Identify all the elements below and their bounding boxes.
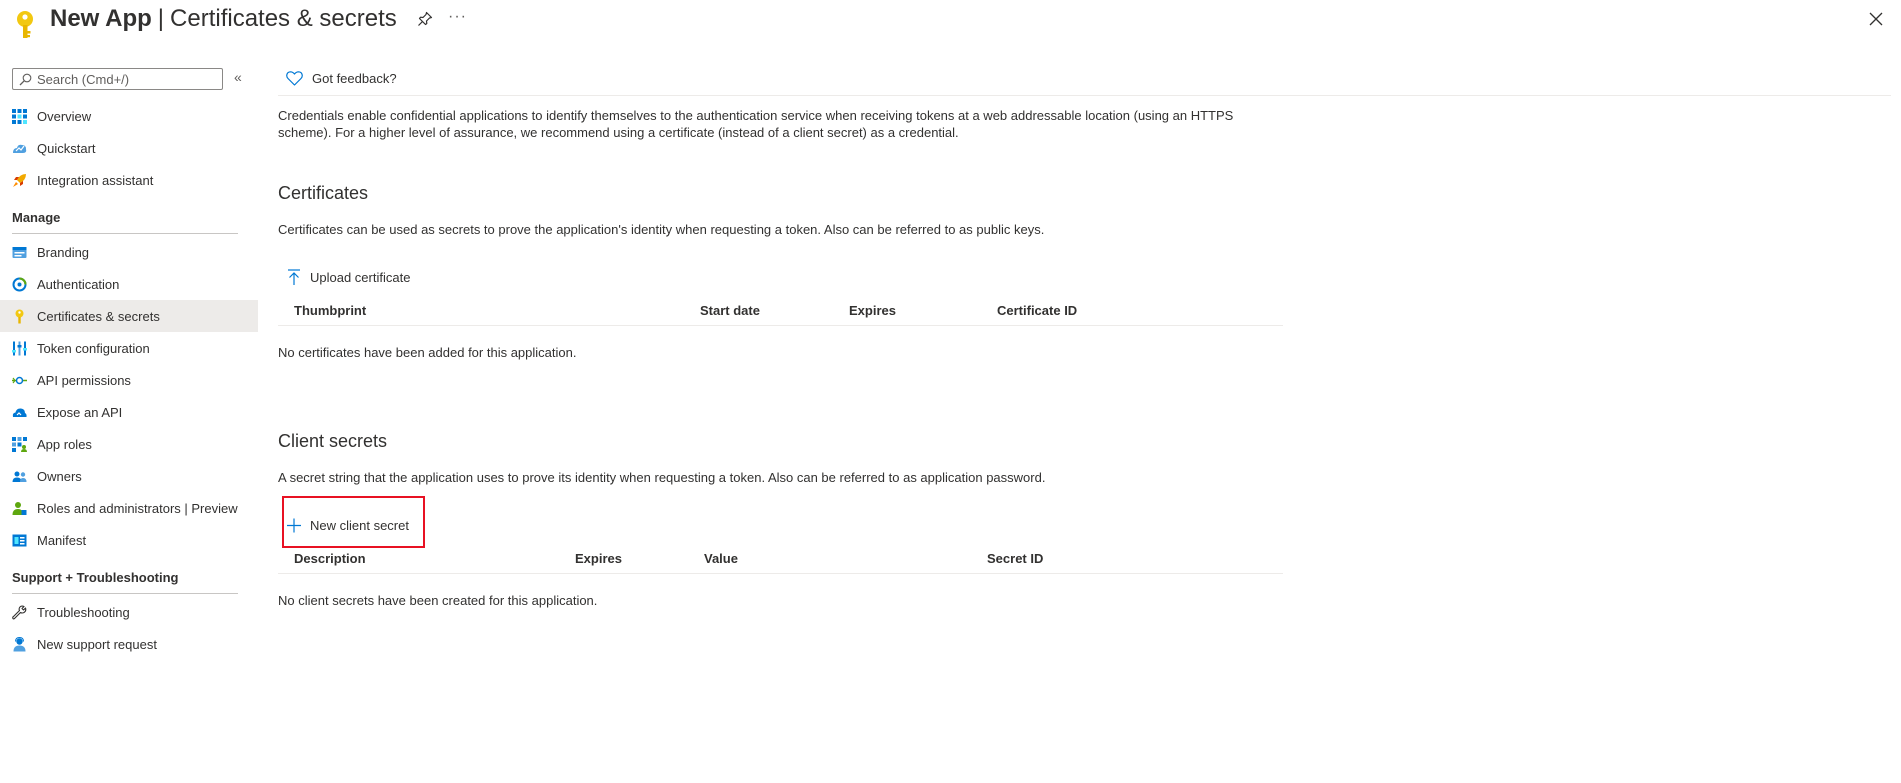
sidebar-item-manifest[interactable]: Manifest xyxy=(0,524,258,556)
new-client-secret-label: New client secret xyxy=(310,517,409,533)
column-header[interactable]: Description xyxy=(294,551,366,566)
api-permissions-icon xyxy=(12,373,27,388)
search-icon xyxy=(19,73,32,85)
branding-icon xyxy=(12,245,27,260)
column-header[interactable]: Value xyxy=(704,551,738,566)
sidebar-item-label: Integration assistant xyxy=(37,172,154,188)
client-secrets-empty-message: No client secrets have been created for … xyxy=(278,593,598,608)
more-options-icon[interactable]: ··· xyxy=(448,8,468,26)
search-input[interactable] xyxy=(37,71,217,87)
upload-certificate-label: Upload certificate xyxy=(310,269,411,285)
column-header[interactable]: Expires xyxy=(849,303,896,318)
sidebar-item-new-support-request[interactable]: New support request xyxy=(0,628,258,660)
intro-text: Credentials enable confidential applicat… xyxy=(278,108,1234,140)
support-person-icon xyxy=(12,636,27,652)
key-icon xyxy=(17,11,33,38)
column-header[interactable]: Thumbprint xyxy=(294,303,366,318)
section-header-manage: Manage xyxy=(12,210,238,234)
key-icon xyxy=(12,309,27,324)
sidebar-item-integration-assistant[interactable]: Integration assistant xyxy=(0,164,258,196)
certificates-table-header: Thumbprint Start date Expires Certificat… xyxy=(278,296,1283,326)
sidebar-item-label: Quickstart xyxy=(37,140,96,156)
main-content: Got feedback? Credentials enable confide… xyxy=(278,60,1891,783)
sidebar-item-roles-administrators[interactable]: Roles and administrators | Preview xyxy=(0,492,258,524)
authentication-icon xyxy=(12,277,27,292)
feedback-button[interactable]: Got feedback? xyxy=(286,68,397,88)
sidebar-item-label: Token configuration xyxy=(37,340,150,356)
sidebar-item-label: Overview xyxy=(37,108,92,124)
sidebar-item-label: Authentication xyxy=(37,276,120,292)
column-header[interactable]: Certificate ID xyxy=(997,303,1077,318)
sidebar-item-label: Troubleshooting xyxy=(37,604,130,620)
close-icon[interactable] xyxy=(1867,10,1885,28)
collapse-menu-icon[interactable]: « xyxy=(234,70,248,84)
sidebar-item-troubleshooting[interactable]: Troubleshooting xyxy=(0,596,258,628)
client-secrets-description: A secret string that the application use… xyxy=(278,470,1046,485)
column-header[interactable]: Secret ID xyxy=(987,551,1043,566)
certificates-heading: Certificates xyxy=(278,183,369,203)
client-secrets-table-header: Description Expires Value Secret ID xyxy=(278,544,1283,574)
sidebar-item-label: Manifest xyxy=(37,532,87,548)
sidebar-item-label: App roles xyxy=(37,436,92,452)
token-config-icon xyxy=(12,341,27,356)
sidebar-item-token-configuration[interactable]: Token configuration xyxy=(0,332,258,364)
sidebar-item-app-roles[interactable]: App roles xyxy=(0,428,258,460)
section-header-support: Support + Troubleshooting xyxy=(12,570,238,594)
sidebar-item-label: Roles and administrators | Preview xyxy=(37,500,238,516)
sidebar-item-api-permissions[interactable]: API permissions xyxy=(0,364,258,396)
sidebar-item-label: Branding xyxy=(37,244,90,260)
owners-icon xyxy=(12,469,27,484)
sidebar-item-expose-an-api[interactable]: Expose an API xyxy=(0,396,258,428)
sidebar-item-certificates-secrets[interactable]: Certificates & secrets xyxy=(0,300,258,332)
column-header[interactable]: Expires xyxy=(575,551,622,566)
sidebar-item-overview[interactable]: Overview xyxy=(0,100,258,132)
command-bar: Got feedback? xyxy=(278,60,1891,96)
pin-icon[interactable] xyxy=(416,10,434,28)
sidebar-item-owners[interactable]: Owners xyxy=(0,460,258,492)
sidebar-item-branding[interactable]: Branding xyxy=(0,236,258,268)
certificates-empty-message: No certificates have been added for this… xyxy=(278,345,577,360)
plus-icon xyxy=(287,518,301,532)
client-secrets-heading: Client secrets xyxy=(278,431,388,451)
blade-header: New App | Certificates & secrets ··· xyxy=(0,0,1901,46)
feedback-label: Got feedback? xyxy=(312,70,397,86)
column-header[interactable]: Start date xyxy=(700,303,760,318)
search-box[interactable] xyxy=(12,68,223,90)
roles-admin-icon xyxy=(12,501,27,516)
sidebar-item-label: API permissions xyxy=(37,372,131,388)
sidebar-item-quickstart[interactable]: Quickstart xyxy=(0,132,258,164)
new-client-secret-button[interactable]: New client secret xyxy=(284,510,409,540)
wrench-icon xyxy=(12,605,27,620)
sidebar-item-label: Certificates & secrets xyxy=(37,308,160,324)
overview-icon xyxy=(12,108,27,124)
sidebar-item-label: Expose an API xyxy=(37,404,123,420)
app-name: New App xyxy=(50,5,152,32)
heart-icon xyxy=(286,70,303,86)
quickstart-icon xyxy=(12,141,27,156)
rocket-icon xyxy=(12,173,27,188)
resource-menu: « Overview Quickstart xyxy=(0,60,258,783)
sidebar-item-authentication[interactable]: Authentication xyxy=(0,268,258,300)
sidebar-item-label: New support request xyxy=(37,636,157,652)
certificates-description: Certificates can be used as secrets to p… xyxy=(278,222,1045,237)
blade-title: Certificates & secrets xyxy=(170,5,397,32)
cloud-icon xyxy=(12,405,27,420)
upload-icon xyxy=(288,268,300,285)
title-separator: | xyxy=(157,5,165,32)
manifest-icon xyxy=(12,533,27,548)
sidebar-item-label: Owners xyxy=(37,468,82,484)
page-title: New App | Certificates & secrets xyxy=(50,5,397,33)
app-roles-icon xyxy=(12,436,27,452)
upload-certificate-button[interactable]: Upload certificate xyxy=(284,262,410,292)
